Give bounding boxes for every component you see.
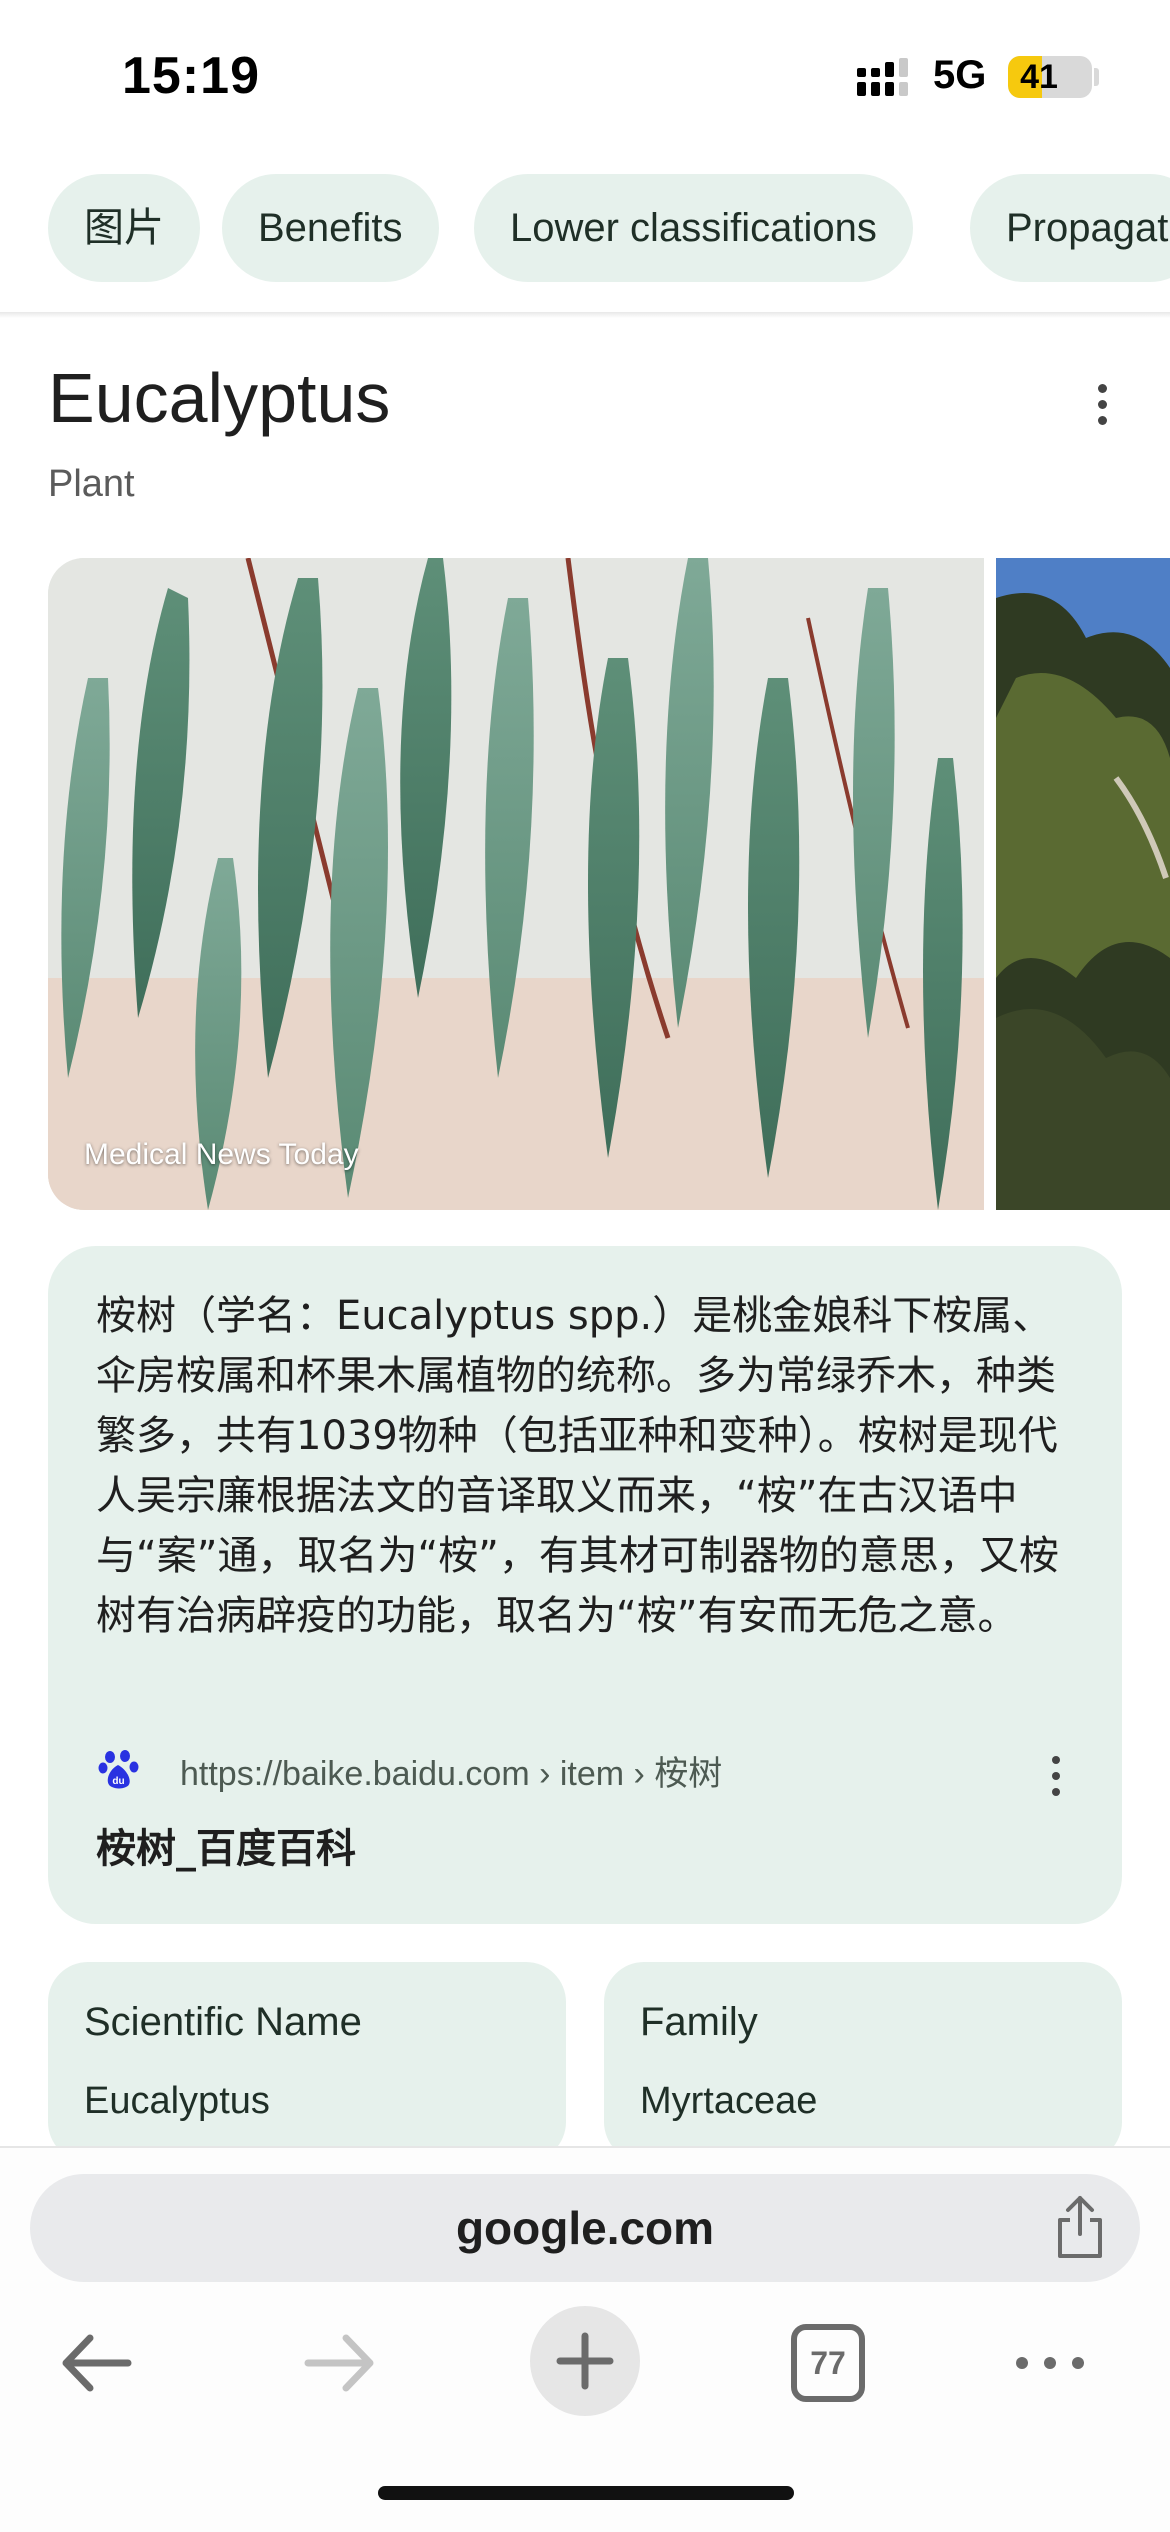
browser-toolbar: google.com 77 — [0, 2146, 1170, 2532]
fact-label: Family — [640, 2000, 758, 2044]
eucalyptus-leaves-image — [48, 558, 984, 1210]
plus-icon — [556, 2332, 614, 2390]
battery-tip — [1094, 68, 1099, 86]
back-arrow-icon[interactable] — [56, 2308, 136, 2418]
new-tab-button[interactable] — [530, 2306, 640, 2416]
chip-benefits[interactable]: Benefits — [222, 174, 439, 282]
fact-value: Myrtaceae — [640, 2080, 818, 2122]
main-image[interactable]: Medical News Today — [48, 558, 984, 1210]
fact-value: Eucalyptus — [84, 2080, 270, 2122]
tab-count: 77 — [810, 2345, 846, 2381]
chip-lower-classifications[interactable]: Lower classifications — [474, 174, 913, 282]
baidu-paw-icon: du — [98, 1750, 139, 1789]
address-bar-url: google.com — [455, 2202, 715, 2254]
tabs-button[interactable]: 77 — [790, 2308, 866, 2418]
battery-percent: 41 — [1020, 58, 1058, 96]
address-bar[interactable]: google.com — [30, 2174, 1140, 2282]
page-title: Eucalyptus — [48, 359, 391, 437]
chip-propagation[interactable]: Propagat — [970, 174, 1170, 282]
image-source-label: Medical News Today — [84, 1138, 359, 1171]
more-options-icon[interactable] — [1084, 380, 1120, 432]
forward-arrow-icon[interactable] — [300, 2308, 380, 2418]
svg-text:du: du — [112, 1776, 124, 1787]
filter-chips: 图片 Benefits Lower classifications Propag… — [0, 170, 1170, 288]
chip-images[interactable]: 图片 — [48, 174, 200, 282]
status-bar: 15:19 5G 41 — [0, 0, 1170, 150]
source-url[interactable]: https://baike.baidu.com › item › 桉树 — [180, 1746, 722, 1795]
source-title-link[interactable]: 桉树_百度百科 — [96, 1816, 356, 1874]
battery-icon: 41 — [1008, 56, 1092, 98]
fact-card-scientific-name[interactable]: Scientific Name Eucalyptus — [48, 1962, 566, 2162]
fact-label: Scientific Name — [84, 2000, 362, 2044]
more-menu-icon[interactable] — [1010, 2308, 1090, 2418]
description-card: 桉树（学名：Eucalyptus spp.）是桃金娘科下桉属、伞房桉属和杯果木属… — [48, 1246, 1122, 1924]
fact-card-family[interactable]: Family Myrtaceae — [604, 1962, 1122, 2162]
cellular-signal-icon — [857, 58, 908, 96]
secondary-image[interactable] — [996, 558, 1170, 1210]
share-icon[interactable] — [1050, 2194, 1110, 2260]
status-time: 15:19 — [122, 47, 260, 105]
eucalyptus-tree-image — [996, 558, 1170, 1210]
home-indicator[interactable] — [378, 2486, 794, 2500]
divider — [0, 312, 1170, 318]
source-more-options-icon[interactable] — [1048, 1756, 1064, 1800]
description-text: 桉树（学名：Eucalyptus spp.）是桃金娘科下桉属、伞房桉属和杯果木属… — [96, 1293, 1059, 1639]
network-type: 5G — [933, 53, 987, 97]
page-subtitle: Plant — [48, 463, 135, 505]
